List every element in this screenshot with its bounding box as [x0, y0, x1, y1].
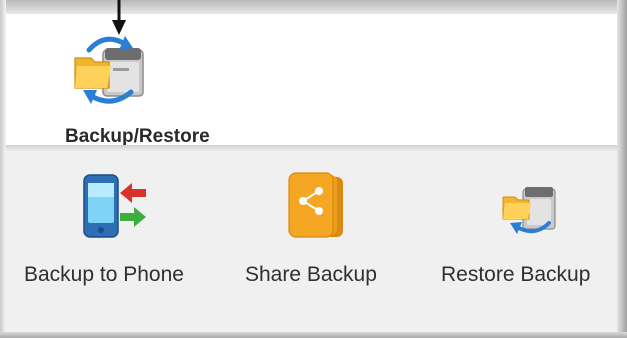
pointer-arrow-icon — [112, 0, 126, 35]
window-bottom-edge — [0, 332, 627, 338]
app-window: Backup/Restore Backup to Phone Share Bac… — [0, 0, 627, 338]
backup-restore-icon — [69, 26, 151, 106]
phone-transfer-icon — [76, 171, 148, 243]
top-panel: Backup/Restore — [6, 14, 617, 147]
window-top-edge — [0, 0, 627, 14]
window-right-edge — [617, 0, 627, 338]
restore-backup-label: Restore Backup — [441, 263, 591, 286]
actions-panel: Backup to Phone Share Backup Restore Bac… — [6, 151, 617, 332]
share-backup-button[interactable]: Share Backup — [231, 151, 421, 332]
backup-restore-tile[interactable]: Backup/Restore — [61, 22, 251, 147]
backup-to-phone-label: Backup to Phone — [24, 263, 184, 286]
backup-to-phone-button[interactable]: Backup to Phone — [6, 151, 216, 332]
restore-backup-icon — [493, 171, 565, 243]
restore-backup-button[interactable]: Restore Backup — [431, 151, 617, 332]
share-backup-label: Share Backup — [245, 263, 377, 286]
share-backup-icon — [281, 171, 353, 243]
